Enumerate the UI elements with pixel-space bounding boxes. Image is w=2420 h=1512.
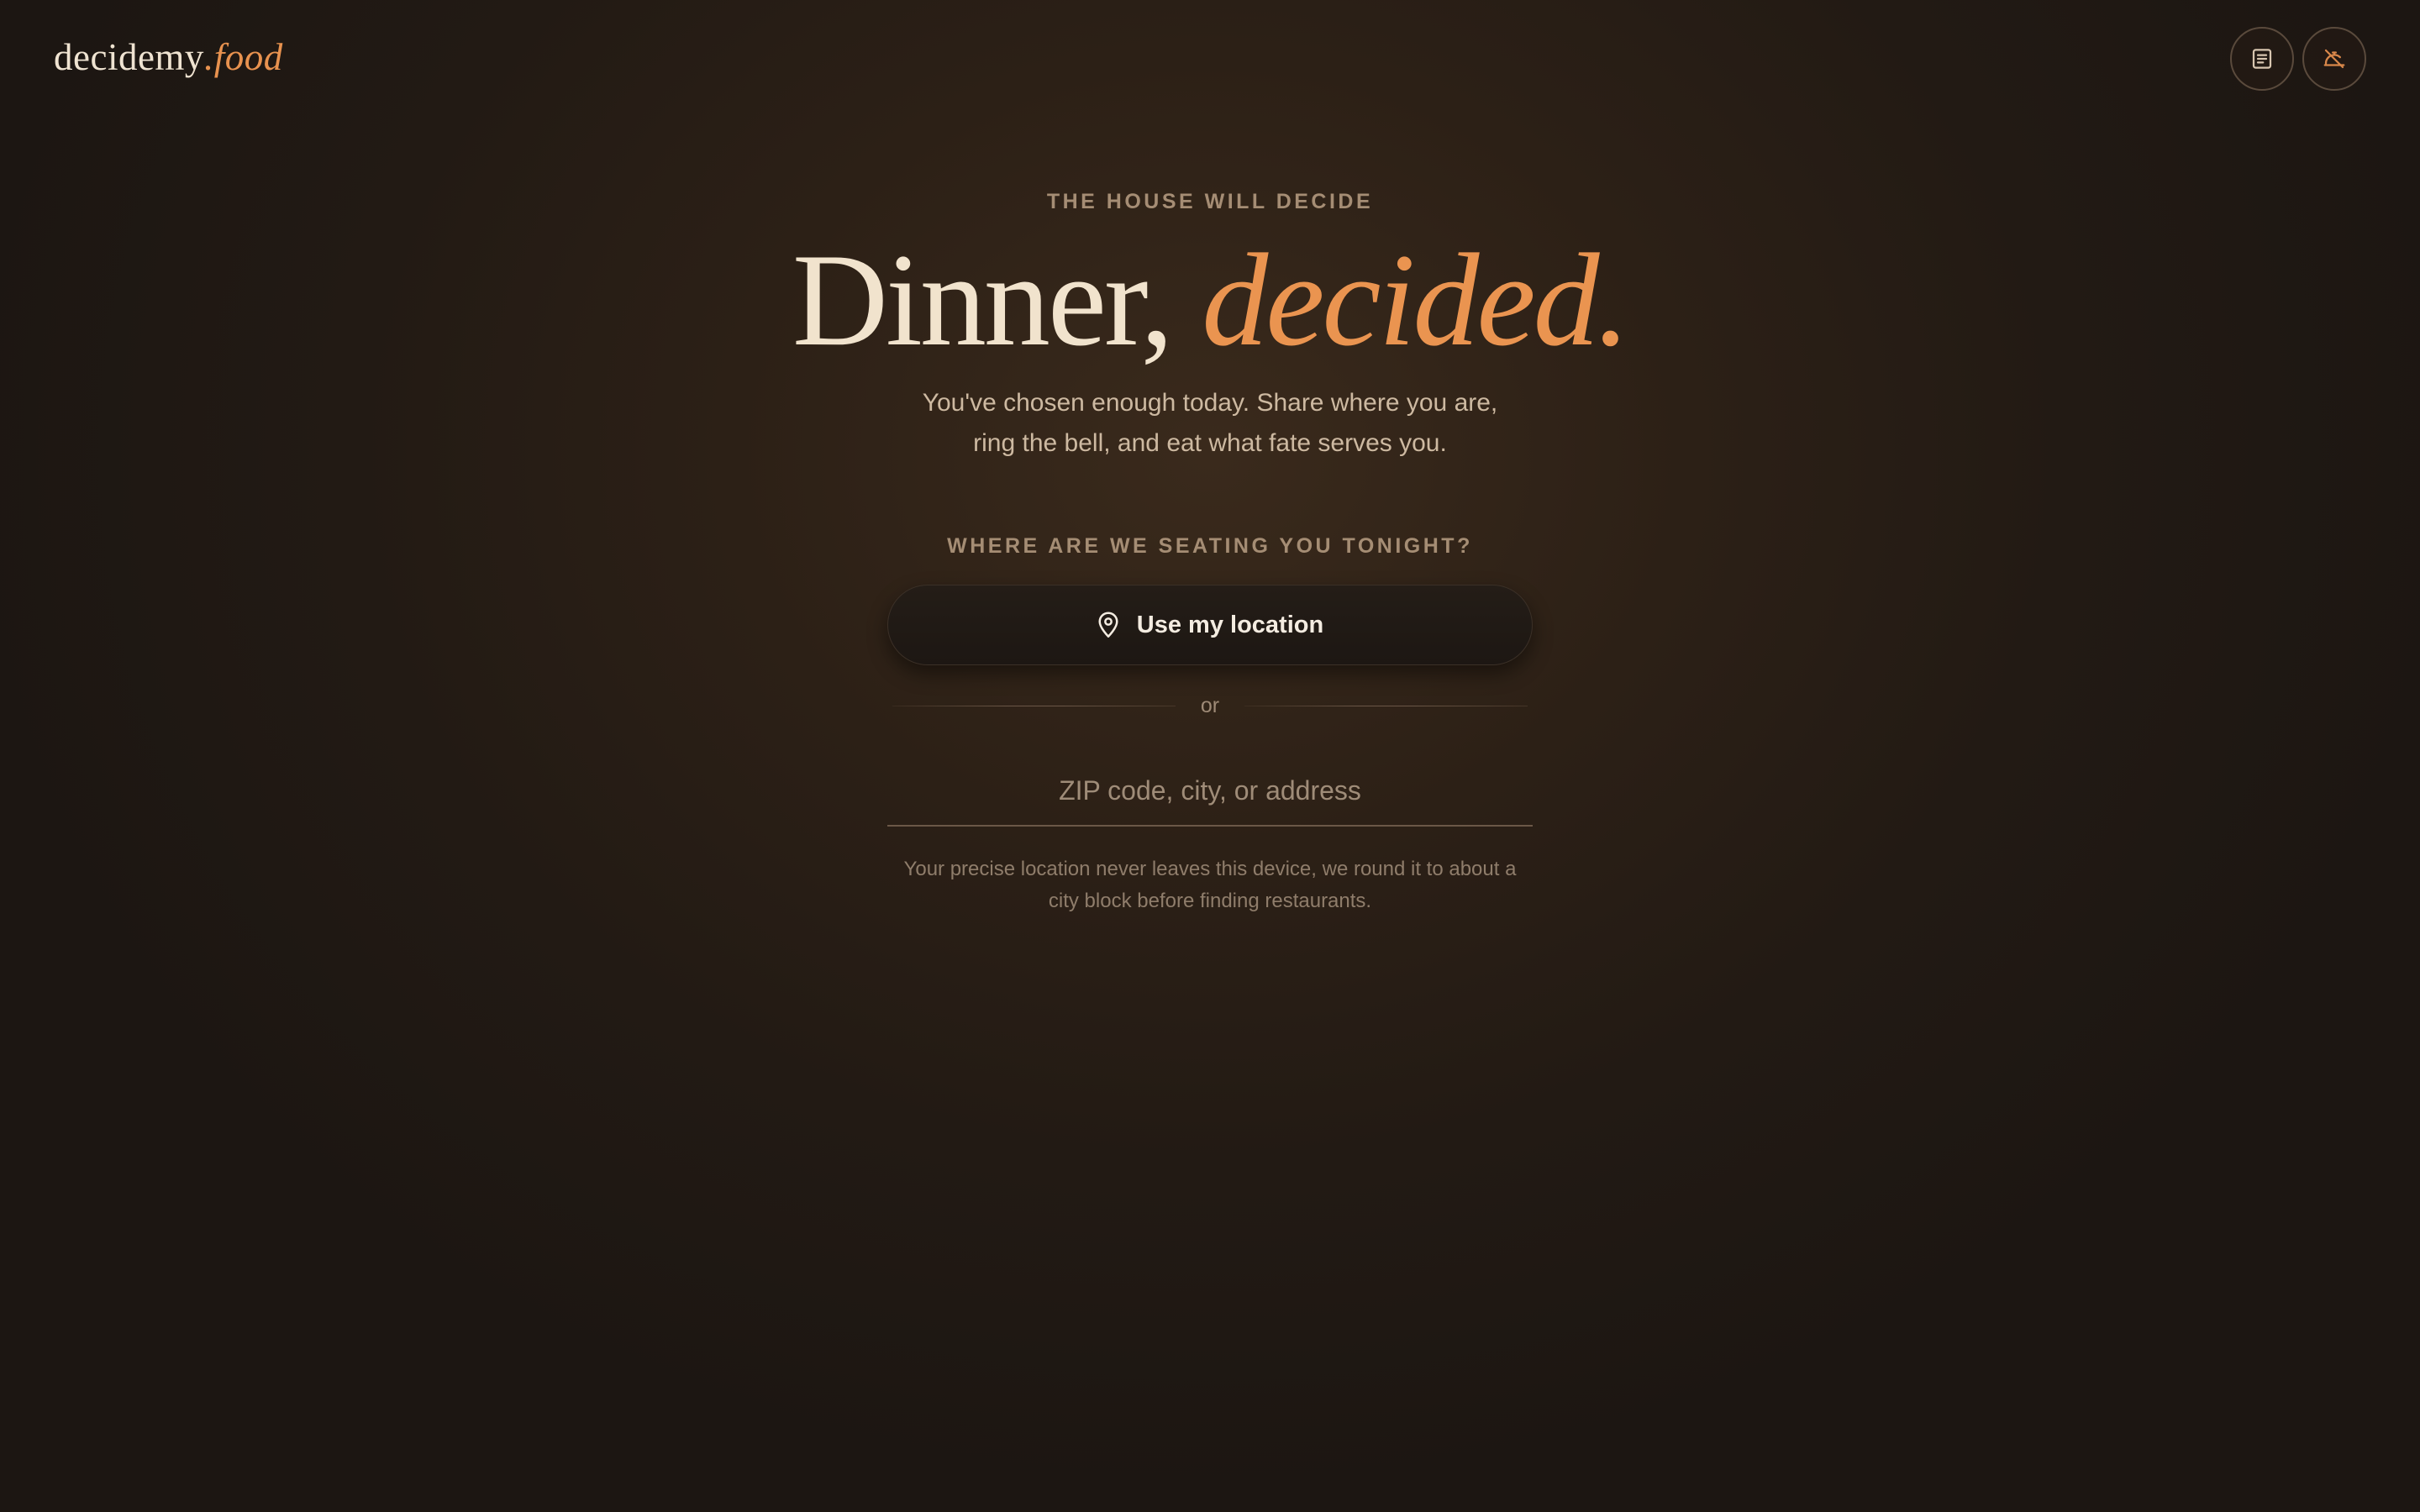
privacy-line-2: city block before finding restaurants. bbox=[1048, 890, 1372, 912]
map-pin-icon bbox=[1098, 612, 1118, 638]
divider-text: or bbox=[1200, 693, 1220, 717]
use-my-location-label: Use my location bbox=[1136, 611, 1324, 638]
menu-button[interactable] bbox=[2230, 27, 2294, 91]
brand-name-main: decidemy bbox=[54, 36, 204, 78]
brand-name-accent: .food bbox=[203, 36, 283, 78]
use-my-location-button[interactable]: Use my location bbox=[887, 585, 1533, 665]
brand-logo[interactable]: decidemy.food bbox=[54, 35, 283, 79]
location-section-label: WHERE ARE WE SEATING YOU TONIGHT? bbox=[947, 534, 1473, 558]
address-input[interactable] bbox=[887, 756, 1533, 827]
or-divider: or bbox=[892, 690, 1528, 721]
menu-list-icon bbox=[2252, 49, 2272, 69]
privacy-note: Your precise location never leaves this … bbox=[887, 853, 1533, 917]
cloche-off-icon bbox=[2323, 49, 2345, 69]
hero-eyebrow: THE HOUSE WILL DECIDE bbox=[1046, 190, 1374, 213]
subtitle-line-2: ring the bell, and eat what fate serves … bbox=[973, 429, 1447, 457]
subtitle-line-1: You've chosen enough today. Share where … bbox=[922, 389, 1498, 417]
hero-subtitle: You've chosen enough today. Share where … bbox=[0, 383, 2420, 464]
cloche-toggle-button[interactable] bbox=[2302, 27, 2366, 91]
headline-accent: decided. bbox=[1202, 227, 1630, 374]
top-actions bbox=[2230, 27, 2366, 91]
privacy-line-1: Your precise location never leaves this … bbox=[903, 858, 1517, 880]
hero-headline: Dinner, decided. bbox=[0, 225, 2420, 376]
headline-main: Dinner, bbox=[792, 227, 1174, 374]
